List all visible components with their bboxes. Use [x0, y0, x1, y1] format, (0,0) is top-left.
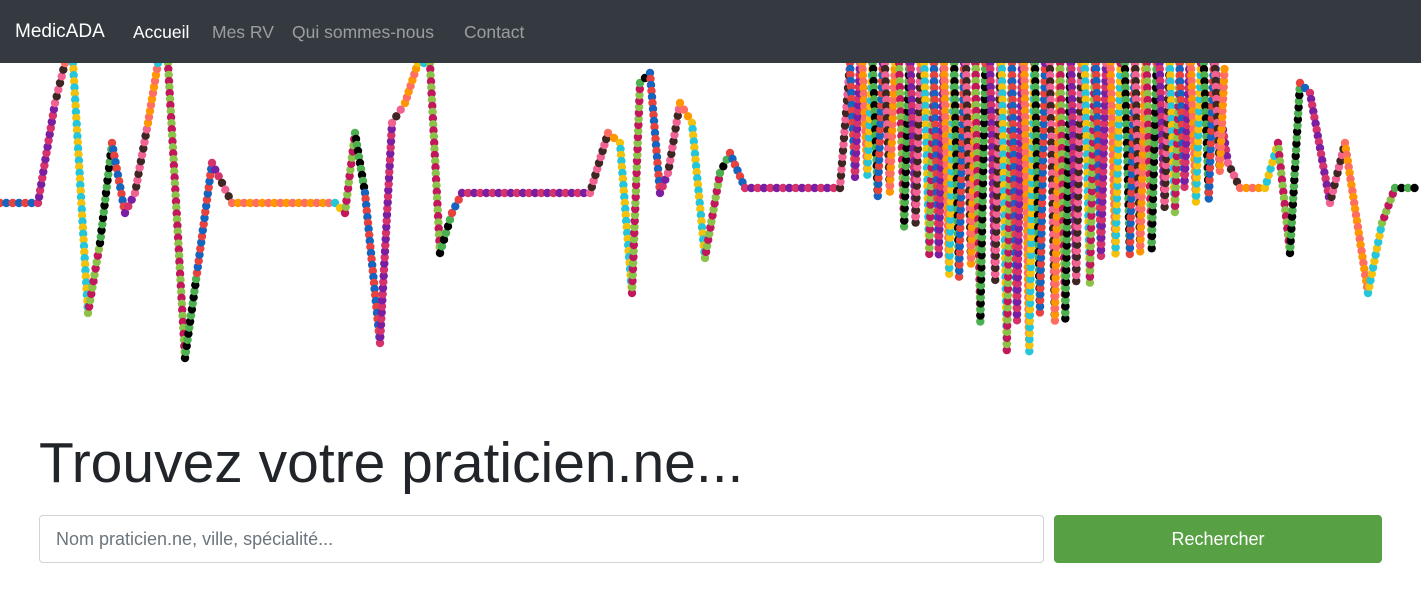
nav-link-qui-sommes-nous[interactable]: Qui sommes-nous — [292, 21, 434, 43]
nav-link-accueil[interactable]: Accueil — [133, 21, 189, 43]
page-headline: Trouvez votre praticien.ne... — [39, 431, 744, 495]
search-button[interactable]: Rechercher — [1054, 515, 1382, 563]
heartbeat-line-graphic — [0, 63, 1419, 363]
hero-heartbeat-image — [0, 63, 1421, 400]
search-input[interactable] — [39, 515, 1044, 563]
top-navbar: MedicADA Accueil Mes RV Qui sommes-nous … — [0, 0, 1421, 63]
heartbeat-dot — [1220, 64, 1229, 74]
heartbeat-dot — [1410, 183, 1419, 193]
nav-link-contact[interactable]: Contact — [464, 21, 524, 43]
nav-link-mes-rv[interactable]: Mes RV — [212, 21, 274, 43]
brand-logo-link[interactable]: MedicADA — [15, 20, 105, 44]
